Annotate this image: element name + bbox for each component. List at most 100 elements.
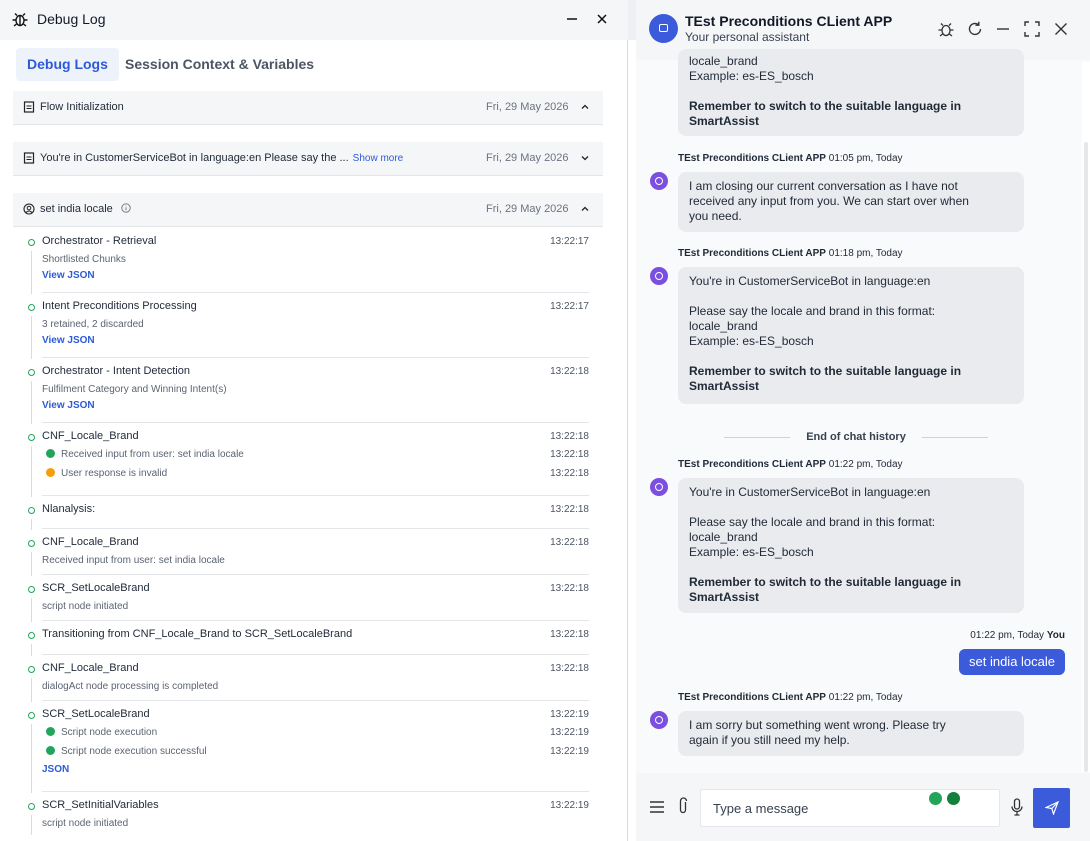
event-title: Nlanalysis: (42, 503, 96, 515)
event-divider (42, 292, 589, 293)
sender-name: You (1046, 630, 1065, 641)
section-title-text: set india locale (40, 203, 113, 215)
message-time: 01:05 pm, Today (828, 153, 903, 164)
message-meta: TEst Preconditions CLient APP 01:22 pm, … (678, 459, 903, 470)
send-button[interactable] (1033, 788, 1070, 828)
status-dot-icon (28, 304, 35, 311)
info-icon[interactable] (121, 203, 131, 213)
timeline-line (31, 316, 32, 359)
timeline-event: SCR_SetInitialVariables 13:22:19 script no… (26, 799, 589, 841)
minimize-icon[interactable] (565, 8, 579, 30)
timeline-line (31, 381, 32, 424)
message-bold-line: Remember to switch to the suitable langu… (689, 364, 962, 378)
message-line: Example: es-ES_bosch (689, 334, 814, 348)
tab-debug-logs[interactable]: Debug Logs (16, 48, 119, 81)
event-subtitle: script node initiated (42, 601, 129, 612)
sender-name: TEst Preconditions CLient APP (678, 248, 826, 259)
event-time: 13:22:18 (550, 583, 589, 594)
scrollbar-thumb[interactable] (1084, 142, 1088, 772)
message-line: locale_brand (689, 530, 758, 544)
section-date: Fri, 29 May 2026 (486, 101, 569, 113)
show-more-link[interactable]: Show more (353, 153, 404, 164)
message-time: 01:22 pm, Today (970, 630, 1045, 641)
event-time: 13:22:17 (550, 236, 589, 247)
timeline-event: Orchestrator - Intent Detection 13:22:18 F… (26, 365, 589, 430)
event-time: 13:22:18 (550, 663, 589, 674)
timeline-event: CNF_Locale_Brand 13:22:18 Received input f… (26, 430, 589, 503)
check-icon (46, 727, 55, 736)
event-title: Orchestrator - Retrieval (42, 235, 157, 247)
message-line: received any input from you. We can star… (689, 194, 969, 208)
bot-message: locale_brand Example: es-ES_bosch Rememb… (678, 49, 1024, 136)
view-json-link[interactable]: View JSON (42, 400, 95, 411)
event-title: SCR_SetLocaleBrand (42, 708, 150, 720)
chevron-down-icon[interactable] (580, 153, 590, 163)
status-dot-icon (28, 239, 35, 246)
minimize-icon[interactable] (994, 20, 1012, 38)
message-list[interactable]: locale_brand Example: es-ES_bosch Rememb… (636, 49, 1090, 773)
event-time: 13:22:18 (550, 431, 589, 442)
event-subtitle: Received input from user: set india loca… (42, 555, 225, 566)
bot-avatar-icon (650, 172, 668, 190)
status-dot-icon (28, 540, 35, 547)
chevron-up-icon[interactable] (580, 102, 590, 112)
message-line: locale_brand (689, 54, 758, 68)
event-time: 13:22:18 (550, 366, 589, 377)
message-meta: TEst Preconditions CLient APP 01:18 pm, … (678, 248, 903, 259)
chevron-up-icon[interactable] (580, 204, 590, 214)
event-time: 13:22:18 (550, 504, 589, 515)
event-divider (42, 791, 589, 792)
event-title: SCR_SetLocaleBrand (42, 582, 150, 594)
view-json-link[interactable]: View JSON (42, 270, 95, 281)
attachment-icon[interactable] (676, 797, 690, 815)
event-subtitle: dialogAct node processing is completed (42, 681, 219, 692)
event-step: User response is invalid (46, 468, 167, 479)
user-message-meta: 01:22 pm, Today You (970, 630, 1065, 641)
divider-label: End of chat history (806, 431, 906, 443)
event-time: 13:22:18 (550, 537, 589, 548)
step-time: 13:22:19 (550, 746, 589, 757)
debug-log-panel: Debug Log Debug Logs Session Context & V… (0, 0, 628, 841)
app-subtitle: Your personal assistant (685, 30, 810, 44)
chat-history-divider: End of chat history (724, 431, 988, 443)
section-set-india-locale[interactable]: set india locale Fri, 29 May 2026 (13, 193, 603, 227)
grammarly-icon[interactable] (947, 792, 960, 805)
lightbulb-icon[interactable] (929, 792, 942, 805)
tab-session-context[interactable]: Session Context & Variables (114, 48, 325, 81)
step-text: Received input from user: set india loca… (61, 449, 244, 460)
event-subtitle: Fulfilment Category and Winning Intent(s… (42, 384, 227, 395)
section-welcome-message[interactable]: You're in CustomerServiceBot in language… (13, 142, 603, 176)
message-line: you need. (689, 209, 742, 223)
event-title: Transitioning from CNF_Locale_Brand to S… (42, 628, 353, 640)
background-page-edge (628, 40, 636, 841)
event-title: SCR_SetInitialVariables (42, 799, 159, 811)
event-divider (42, 422, 589, 423)
message-meta: TEst Preconditions CLient APP 01:22 pm, … (678, 692, 903, 703)
chat-scrollbar[interactable] (1082, 62, 1090, 772)
event-divider (42, 495, 589, 496)
step-time: 13:22:18 (550, 468, 589, 479)
document-icon (23, 152, 35, 164)
event-time: 13:22:19 (550, 800, 589, 811)
event-divider (42, 574, 589, 575)
section-flow-initialization[interactable]: Flow Initialization Fri, 29 May 2026 (13, 91, 603, 125)
close-icon[interactable] (594, 10, 610, 28)
bug-icon[interactable] (937, 20, 955, 38)
menu-icon[interactable] (650, 801, 664, 813)
bot-message: You're in CustomerServiceBot in language… (678, 478, 1024, 613)
message-line: Please say the locale and brand in this … (689, 304, 936, 318)
sender-name: TEst Preconditions CLient APP (678, 692, 826, 703)
event-title: CNF_Locale_Brand (42, 662, 139, 674)
view-json-link[interactable]: View JSON (42, 335, 95, 346)
close-icon[interactable] (1052, 20, 1070, 38)
timeline-line (31, 678, 32, 702)
message-bold-line: SmartAssist (689, 379, 760, 393)
timeline-line (31, 724, 32, 793)
microphone-icon[interactable] (1010, 798, 1024, 816)
warning-icon (46, 468, 55, 477)
view-json-link[interactable]: JSON (42, 764, 69, 775)
message-line: You're in CustomerServiceBot in language… (689, 274, 931, 288)
message-bold-line: SmartAssist (689, 114, 760, 128)
expand-icon[interactable] (1023, 20, 1041, 38)
refresh-icon[interactable] (966, 20, 984, 38)
